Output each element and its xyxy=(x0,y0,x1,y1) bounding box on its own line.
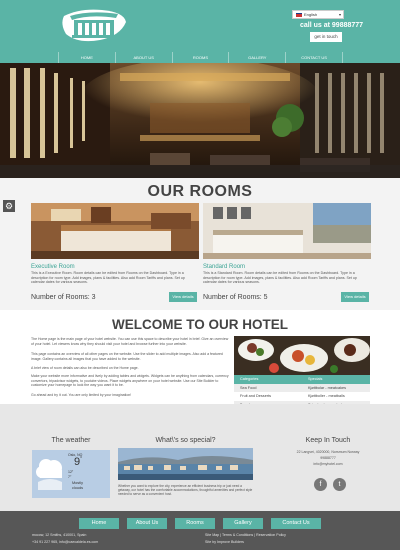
condition-line: Mostly xyxy=(72,481,83,485)
welcome-paragraph: Go ahead and try it out. You are only li… xyxy=(31,393,132,397)
room-card-standard: Standard Room This is a Standard Room. R… xyxy=(203,203,371,306)
welcome-paragraph: A brief view of room details can also be… xyxy=(31,366,139,370)
nav-gallery[interactable]: GALLERY xyxy=(228,52,285,63)
table-header: Categories Specials xyxy=(234,375,370,384)
weather-range: 12° 7° xyxy=(68,470,73,479)
site-footer xyxy=(0,511,400,550)
condition-line: clouds xyxy=(72,485,83,490)
language-label: English xyxy=(304,12,318,17)
nav-contact-us[interactable]: CONTACT US xyxy=(285,52,343,63)
nav-rooms[interactable]: ROOMS xyxy=(171,52,229,63)
weather-temperature: 9° xyxy=(74,456,82,468)
table-cell: Fruit and Desserts xyxy=(240,394,272,398)
footer-address: mocow, 12 Smiths, 410001, Spain xyxy=(32,533,87,537)
flag-icon xyxy=(296,12,302,17)
food-photo xyxy=(234,336,370,375)
weather-widget[interactable]: Oslo, NO 9° 12° 7° Mostly clouds xyxy=(32,450,110,498)
table-cell: Sea Food xyxy=(240,385,257,390)
view-details-button[interactable]: View details xyxy=(169,292,197,302)
harbor-photo xyxy=(118,448,253,480)
contact-phone: 99888777 xyxy=(320,456,336,460)
welcome-paragraph: Make your website more informative and l… xyxy=(31,374,229,387)
hotel-page: English ▾ call us at 99888777 get in tou… xyxy=(0,0,400,550)
site-header: English ▾ call us at 99888777 get in tou… xyxy=(0,0,400,63)
footer-about-button[interactable]: About Us xyxy=(127,518,167,529)
chevron-down-icon: ▾ xyxy=(338,12,341,17)
hotel-logo xyxy=(62,9,126,42)
facebook-icon[interactable]: f xyxy=(314,478,327,491)
special-heading: What\'s so special? xyxy=(155,437,216,444)
nav-about-us[interactable]: ABOUT US xyxy=(114,52,172,63)
contact-email[interactable]: info@myhotel.com xyxy=(278,462,378,466)
table-cell: Kjøttbolar - meatcakes xyxy=(308,385,346,390)
get-in-touch-button[interactable]: get in touch xyxy=(310,32,342,42)
room-count: Number of Rooms: 5 xyxy=(203,294,268,301)
hero-lobby-image xyxy=(0,63,400,178)
room-description: This is a Standard Room. Room details ca… xyxy=(203,271,357,285)
language-selector[interactable]: English ▾ xyxy=(292,10,344,19)
gear-icon[interactable]: ⚙ xyxy=(3,200,15,212)
footer-credit[interactable]: Site by Improve Builders xyxy=(205,540,244,544)
welcome-heading: WELCOME TO OUR HOTEL xyxy=(112,317,288,332)
special-description: Whether you want to explore the city, ex… xyxy=(118,484,253,497)
footer-rooms-button[interactable]: Rooms xyxy=(175,518,215,529)
hero-slider[interactable] xyxy=(0,63,400,178)
room-name[interactable]: Executive Room xyxy=(31,264,75,270)
footer-contact: +34 91 227 965, info@caecaldela.es.com xyxy=(32,540,99,544)
temp-high: 12° xyxy=(68,470,74,474)
welcome-paragraph: The Home page is the main page of your h… xyxy=(31,337,229,346)
table-row: Sea Food Kjøttbolar - meatcakes xyxy=(234,383,370,392)
main-nav: HOME ABOUT US ROOMS GALLERY CONTACT US xyxy=(58,52,343,63)
room-card-executive: Executive Room This is a Executive Room.… xyxy=(31,203,199,306)
cloud-icon xyxy=(36,459,62,490)
nav-home[interactable]: HOME xyxy=(58,52,115,63)
room-description: This is a Executive Room. Room details c… xyxy=(31,271,185,285)
twitter-icon[interactable]: t xyxy=(333,478,346,491)
footer-home-button[interactable]: Home xyxy=(79,518,119,529)
column-header: Specials xyxy=(308,377,323,381)
room-name[interactable]: Standard Room xyxy=(203,264,245,270)
weather-heading: The weather xyxy=(51,437,91,444)
rooms-heading: OUR ROOMS xyxy=(147,183,253,200)
table-cell: Kjøttboller - meatballs xyxy=(308,394,345,398)
temp-low: 7° xyxy=(68,474,72,479)
footer-contact-button[interactable]: Contact Us xyxy=(271,518,321,529)
footer-links[interactable]: Site Map | Terms & Conditions | Reservat… xyxy=(205,533,286,537)
table-row: Fruit and Desserts Kjøttboller - meatbal… xyxy=(234,392,370,401)
room-count: Number of Rooms: 3 xyxy=(31,294,96,301)
view-details-button[interactable]: View details xyxy=(341,292,369,302)
header-phone: call us at 99888777 xyxy=(300,22,364,29)
column-header: Categories xyxy=(240,377,259,381)
contact-address: 22 Langvei, 4020000, Norsmum Norway xyxy=(296,450,360,454)
footer-gallery-button[interactable]: Gallery xyxy=(223,518,263,529)
weather-condition: Mostly clouds xyxy=(72,481,83,490)
temperature-unit: ° xyxy=(80,456,83,462)
standard-room-photo[interactable] xyxy=(203,203,371,259)
welcome-paragraph: This page contains an overview of all ot… xyxy=(31,352,223,361)
contact-heading: Keep In Touch xyxy=(305,437,351,444)
executive-room-photo[interactable] xyxy=(31,203,199,259)
